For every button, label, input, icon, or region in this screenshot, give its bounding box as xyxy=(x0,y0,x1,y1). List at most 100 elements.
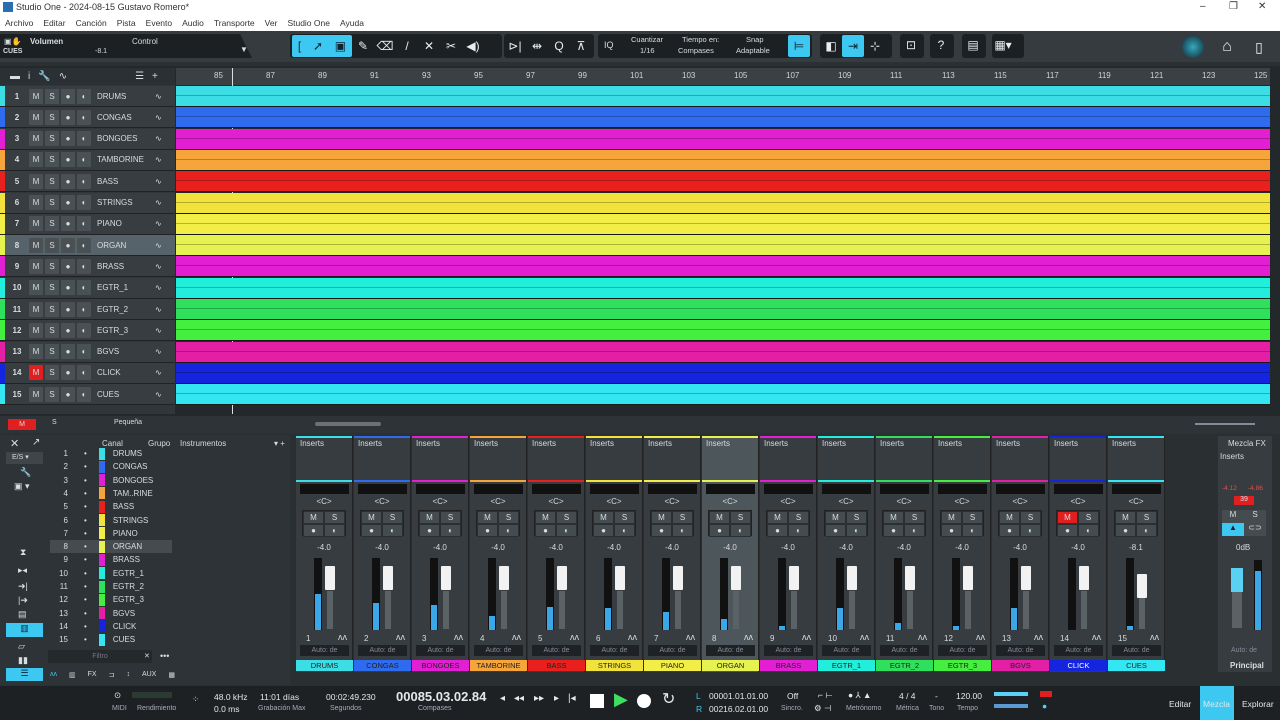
solo-button[interactable]: S xyxy=(45,152,59,168)
mute-button[interactable]: M xyxy=(29,216,43,232)
pan-slider[interactable] xyxy=(358,484,407,494)
pan-slider[interactable] xyxy=(416,484,465,494)
snap-toggle-icon[interactable]: ⊨ xyxy=(788,35,810,57)
channel-volume[interactable]: -4.0 xyxy=(528,543,584,552)
channel-fader[interactable] xyxy=(441,566,451,590)
channel-edit-icon[interactable]: ʌʌ xyxy=(1034,632,1043,642)
inserts-button[interactable]: Inserts xyxy=(300,439,324,448)
channel-monitor-icon[interactable]: ◐ xyxy=(672,524,693,537)
automation-icon[interactable]: ∿ xyxy=(155,92,162,101)
channel-solo-button[interactable]: S xyxy=(1078,511,1099,524)
automation-mode[interactable]: Auto: de xyxy=(880,645,929,656)
paint-icon[interactable]: / xyxy=(396,35,418,57)
automation-mode[interactable]: Auto: de xyxy=(590,645,639,656)
fader-track[interactable] xyxy=(327,591,333,629)
pan-slider[interactable] xyxy=(300,484,349,494)
pan-value[interactable]: <C> xyxy=(1050,497,1106,506)
timebase-select[interactable]: Compases xyxy=(678,46,714,55)
record-arm-icon[interactable]: ● xyxy=(61,280,75,296)
inserts-button[interactable]: Inserts xyxy=(416,439,440,448)
channel-volume[interactable]: -4.0 xyxy=(470,543,526,552)
mix-fx-select[interactable]: Mezcla FX xyxy=(1228,439,1266,448)
automation-mode[interactable]: Auto: de xyxy=(416,645,465,656)
channel-record-icon[interactable]: ● xyxy=(419,524,440,537)
track-lane[interactable] xyxy=(176,362,1270,384)
mute-button[interactable]: M xyxy=(29,88,43,104)
mute-button[interactable]: M xyxy=(29,280,43,296)
automation-icon[interactable]: ∿ xyxy=(155,155,162,164)
layers-icon[interactable]: ▱ xyxy=(18,641,25,652)
track-lane[interactable] xyxy=(176,107,1270,129)
channel-record-icon[interactable]: ● xyxy=(651,524,672,537)
channel-list-item[interactable]: 9 • BRASS xyxy=(50,553,172,566)
menu-editar[interactable]: Editar xyxy=(43,18,65,28)
horizontal-scrollbar[interactable] xyxy=(315,422,381,426)
channel-list-item[interactable]: 8 • ORGAN xyxy=(50,540,172,554)
channel-monitor-icon[interactable]: ◐ xyxy=(730,524,751,537)
solo-button[interactable]: S xyxy=(45,131,59,147)
main-auto[interactable]: Auto: de xyxy=(1222,647,1266,654)
home-icon[interactable]: ⌂ xyxy=(1216,36,1238,58)
channel-fader[interactable] xyxy=(673,566,683,590)
channel-fader[interactable] xyxy=(963,566,973,590)
solo-button[interactable]: S xyxy=(45,195,59,210)
channel-monitor-icon[interactable]: ◐ xyxy=(846,524,867,537)
channel-list-item[interactable]: 5 • BASS xyxy=(50,500,172,513)
track-header[interactable]: 1 M S ● ◐ DRUMS ∿ xyxy=(0,86,175,107)
split-view-icon[interactable]: ◧ xyxy=(820,35,842,57)
channel-list-item[interactable]: 11 • EGTR_2 xyxy=(50,580,172,593)
inserts-button[interactable]: Inserts xyxy=(764,439,788,448)
time-signature[interactable]: 4 / 4 xyxy=(899,691,916,701)
channel-solo-button[interactable]: S xyxy=(440,511,461,524)
layout-button[interactable]: ▦▾ xyxy=(992,34,1024,58)
list-icon[interactable]: ▤ xyxy=(18,609,27,620)
monitor-icon[interactable]: ◐ xyxy=(77,280,91,296)
avatar[interactable] xyxy=(1182,36,1204,58)
mute-button[interactable]: M xyxy=(29,109,43,125)
record-arm-icon[interactable]: ● xyxy=(61,237,75,253)
channel-record-icon[interactable]: ● xyxy=(825,524,846,537)
channel-fader[interactable] xyxy=(499,566,509,590)
channel-solo-button[interactable]: S xyxy=(962,511,983,524)
record-arm-icon[interactable]: ● xyxy=(61,195,75,210)
channel-fader[interactable] xyxy=(557,566,567,590)
monitor-icon[interactable]: ◐ xyxy=(77,301,91,317)
mute-button[interactable]: M xyxy=(29,237,43,253)
inserts-button[interactable]: Inserts xyxy=(938,439,962,448)
inserts-button[interactable]: Inserts xyxy=(532,439,556,448)
channel-fader[interactable] xyxy=(1079,566,1089,590)
aux-tab[interactable]: AUX xyxy=(142,671,156,678)
channel-list-item[interactable]: 15 • CUES xyxy=(50,633,172,646)
pan-value[interactable]: <C> xyxy=(586,497,642,506)
automation-icon[interactable]: ∿ xyxy=(155,198,162,207)
fader-track[interactable] xyxy=(907,591,913,629)
inserts-button[interactable]: Inserts xyxy=(1054,439,1078,448)
time-bars[interactable]: 00085.03.02.84 xyxy=(396,689,486,704)
iq-button[interactable]: IQ xyxy=(604,40,614,50)
pan-value[interactable]: <C> xyxy=(760,497,816,506)
track-header[interactable]: 5 M S ● ◐ BASS ∿ xyxy=(0,171,175,193)
grid-tab-icon[interactable]: ▦ xyxy=(168,671,175,679)
track-header[interactable]: 11 M S ● ◐ EGTR_2 ∿ xyxy=(0,299,175,320)
fader-track[interactable] xyxy=(965,591,971,629)
solo-button[interactable]: S xyxy=(45,280,59,296)
channel-edit-icon[interactable]: ʌʌ xyxy=(802,632,811,642)
channel-solo-button[interactable]: S xyxy=(846,511,867,524)
channel-mute-button[interactable]: M xyxy=(999,511,1020,524)
metronome-icons[interactable]: ● ⅄ ▲ xyxy=(848,690,871,701)
channel-edit-icon[interactable]: ʌʌ xyxy=(1092,632,1101,642)
track-header[interactable]: 6 M S ● ◐ STRINGS ∿ xyxy=(0,192,175,214)
automation-icon[interactable]: ∿ xyxy=(155,326,162,335)
time-seconds[interactable]: 00:02:49.230 xyxy=(326,692,376,702)
automation-icon[interactable]: ∿ xyxy=(155,134,162,143)
monitor-icon[interactable]: ◐ xyxy=(77,88,91,104)
instruments-add-icon[interactable]: ▾ + xyxy=(274,439,285,448)
track-header[interactable]: 13 M S ● ◐ BGVS ∿ xyxy=(0,341,175,363)
track-lane[interactable] xyxy=(176,299,1270,320)
mute-button[interactable]: M xyxy=(29,195,43,210)
channel-monitor-icon[interactable]: ◐ xyxy=(962,524,983,537)
pan-slider[interactable] xyxy=(474,484,523,494)
sync-value[interactable]: Off xyxy=(787,691,798,701)
record-button[interactable] xyxy=(637,694,651,708)
mute-button[interactable]: M xyxy=(29,301,43,317)
